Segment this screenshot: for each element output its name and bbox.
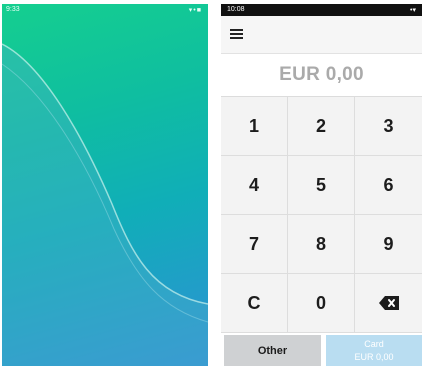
backspace-key[interactable] — [355, 274, 422, 333]
status-bar: 10:08 •▾ — [221, 4, 422, 16]
key-6[interactable]: 6 — [355, 156, 422, 215]
payment-buttons-bar: Other Card EUR 0,00 — [221, 333, 422, 366]
amount-display: EUR 0,00 — [279, 64, 364, 85]
status-icons: •▾ — [410, 7, 416, 14]
key-2[interactable]: 2 — [288, 97, 355, 156]
key-7[interactable]: 7 — [221, 215, 288, 274]
key-9[interactable]: 9 — [355, 215, 422, 274]
payment-screen: 10:08 •▾ EUR 0,00 1 2 3 4 5 6 7 8 9 C 0 … — [221, 4, 422, 366]
other-button[interactable]: Other — [224, 335, 321, 366]
numeric-keypad: 1 2 3 4 5 6 7 8 9 C 0 — [221, 97, 422, 333]
key-3[interactable]: 3 — [355, 97, 422, 156]
wallpaper-wave — [2, 43, 208, 366]
key-8[interactable]: 8 — [288, 215, 355, 274]
home-screen: 9:33 ▾•■ — [2, 4, 208, 366]
key-5[interactable]: 5 — [288, 156, 355, 215]
key-clear[interactable]: C — [221, 274, 288, 333]
key-4[interactable]: 4 — [221, 156, 288, 215]
status-time: 10:08 — [227, 6, 245, 13]
card-button-label: Card — [364, 339, 384, 349]
backspace-icon — [378, 296, 399, 310]
card-button[interactable]: Card EUR 0,00 — [326, 335, 422, 366]
status-icons: ▾•■ — [188, 7, 202, 14]
hamburger-menu-icon[interactable] — [230, 29, 243, 39]
card-button-amount: EUR 0,00 — [354, 352, 394, 362]
key-1[interactable]: 1 — [221, 97, 288, 156]
amount-display-area: EUR 0,00 — [221, 54, 422, 97]
toolbar — [221, 16, 422, 54]
status-bar: 9:33 ▾•■ — [2, 4, 208, 16]
status-time: 9:33 — [6, 6, 20, 13]
key-0[interactable]: 0 — [288, 274, 355, 333]
